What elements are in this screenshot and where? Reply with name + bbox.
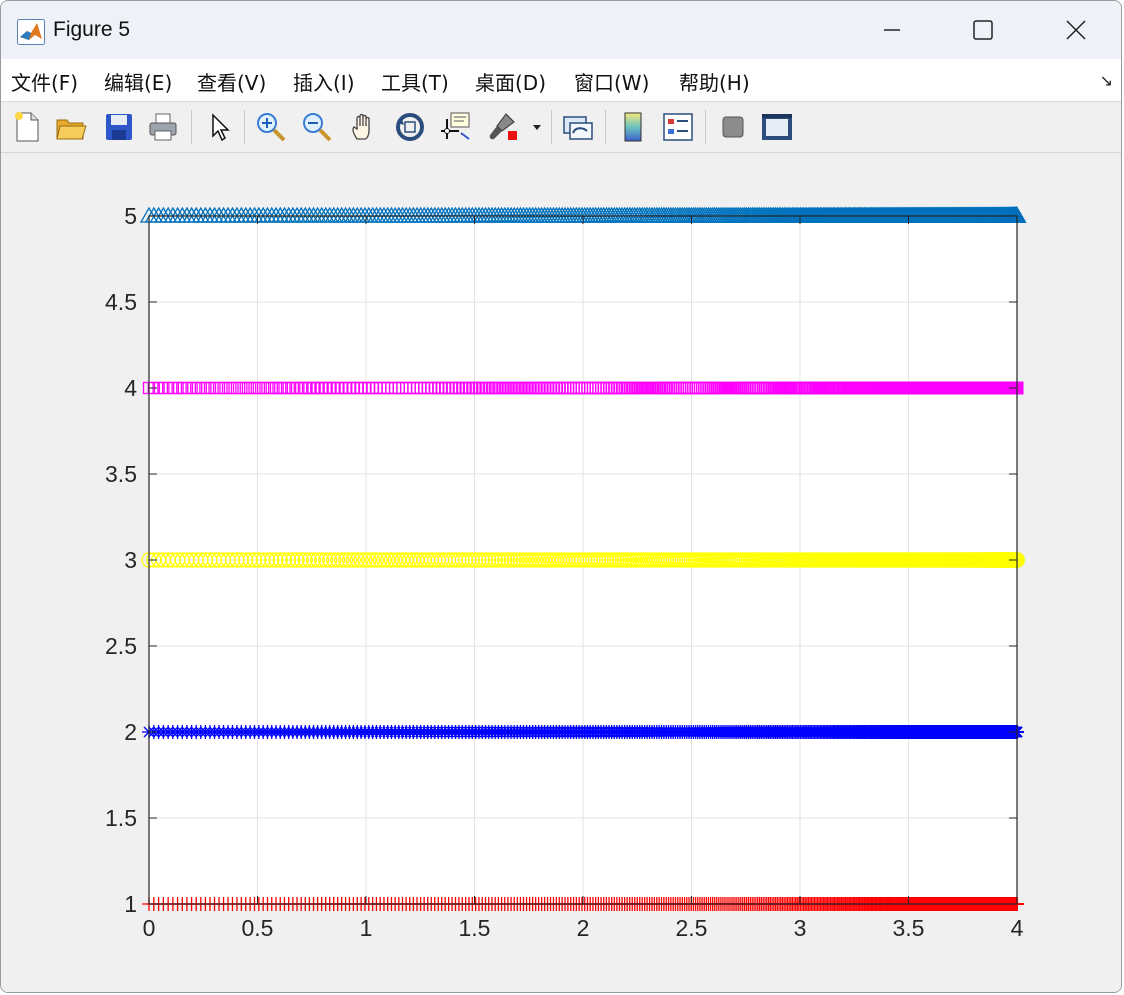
zoom-in-icon — [257, 113, 286, 142]
hide-plot-tools-icon — [722, 116, 744, 138]
x-tick-label: 1 — [360, 915, 373, 941]
window-title: Figure 5 — [53, 18, 131, 41]
close-icon — [1066, 20, 1086, 40]
edit-plot-button[interactable] — [201, 108, 237, 146]
matlab-logo-icon — [17, 19, 45, 45]
y-tick-label: 1.5 — [105, 805, 137, 831]
x-tick-label: 0 — [143, 915, 156, 941]
close-button[interactable] — [1051, 9, 1101, 51]
x-tick-label: 3 — [794, 915, 807, 941]
y-tick-label: 5 — [124, 203, 137, 229]
link-plot-icon — [563, 116, 593, 140]
minimize-button[interactable] — [867, 9, 917, 51]
new-figure-icon — [15, 112, 39, 142]
brush-icon — [489, 113, 517, 140]
insert-legend-icon — [663, 113, 693, 141]
link-plot-button[interactable] — [560, 108, 596, 146]
brush-dropdown-icon — [533, 125, 541, 130]
menu-insert[interactable]: 插入(I) — [293, 67, 355, 96]
insert-colorbar-button[interactable] — [615, 108, 651, 146]
title-bar: Figure 5 — [1, 1, 1121, 59]
rotate-3d-button[interactable] — [392, 108, 428, 146]
save-icon — [106, 114, 132, 140]
zoom-out-icon — [303, 113, 332, 142]
dock-arrow-icon[interactable]: ↘ — [1100, 71, 1113, 90]
y-tick-label: 4 — [124, 375, 137, 401]
minimize-icon — [884, 29, 900, 31]
show-plot-tools-button[interactable] — [759, 108, 795, 146]
save-button[interactable] — [101, 108, 137, 146]
x-tick-label: 1.5 — [459, 915, 491, 941]
menu-desktop[interactable]: 桌面(D) — [475, 67, 546, 96]
insert-colorbar-icon — [624, 112, 642, 142]
x-tick-label: 4 — [1011, 915, 1024, 941]
zoom-out-button[interactable] — [299, 108, 335, 146]
x-tick-label: 0.5 — [242, 915, 274, 941]
y-tick-label: 3.5 — [105, 461, 137, 487]
open-file-button[interactable] — [53, 108, 89, 146]
maximize-button[interactable] — [958, 9, 1008, 51]
hide-plot-tools-button[interactable] — [715, 108, 751, 146]
x-tick-label: 2 — [577, 915, 590, 941]
rotate-3d-icon — [396, 113, 424, 141]
y-tick-label: 3 — [124, 547, 137, 573]
insert-legend-button[interactable] — [660, 108, 696, 146]
pan-icon — [352, 113, 370, 140]
data-cursor-icon — [441, 112, 470, 140]
y-tick-label: 2 — [124, 719, 137, 745]
print-icon — [149, 113, 177, 141]
brush-dropdown-button[interactable] — [527, 108, 547, 146]
figure-window: Figure 5 文件(F) 编辑(E) 查看(V) 插入(I) 工具(T) 桌… — [0, 0, 1122, 993]
x-tick-label: 2.5 — [676, 915, 708, 941]
figure-canvas: 0 0.5 1 1.5 2 2.5 3 3.5 4 1 1.5 2 2.5 3 3.5 4 4.5 5 — [1, 153, 1122, 993]
x-tick-label: 3.5 — [893, 915, 925, 941]
menu-file[interactable]: 文件(F) — [11, 67, 78, 96]
maximize-icon — [973, 20, 993, 40]
print-button[interactable] — [145, 108, 181, 146]
new-figure-button[interactable] — [9, 108, 45, 146]
menu-window[interactable]: 窗口(W) — [574, 67, 649, 96]
y-tick-label: 1 — [124, 891, 137, 917]
y-tick-label: 4.5 — [105, 289, 137, 315]
zoom-in-button[interactable] — [253, 108, 289, 146]
menu-help[interactable]: 帮助(H) — [679, 67, 750, 96]
y-tick-label: 2.5 — [105, 633, 137, 659]
edit-plot-icon — [212, 113, 230, 142]
menu-edit[interactable]: 编辑(E) — [104, 67, 172, 96]
open-file-icon — [56, 119, 87, 140]
menu-view[interactable]: 查看(V) — [197, 67, 266, 96]
scatter-plot[interactable]: 0 0.5 1 1.5 2 2.5 3 3.5 4 1 1.5 2 2.5 3 3.5 4 4.5 5 — [1, 153, 1122, 993]
menu-tools[interactable]: 工具(T) — [381, 67, 449, 96]
data-cursor-button[interactable] — [437, 108, 473, 146]
menu-bar: 文件(F) 编辑(E) 查看(V) 插入(I) 工具(T) 桌面(D) 窗口(W… — [1, 59, 1121, 102]
brush-button[interactable] — [485, 108, 521, 146]
pan-button[interactable] — [346, 108, 382, 146]
show-plot-tools-icon — [762, 114, 792, 140]
figure-toolbar — [1, 102, 1121, 153]
